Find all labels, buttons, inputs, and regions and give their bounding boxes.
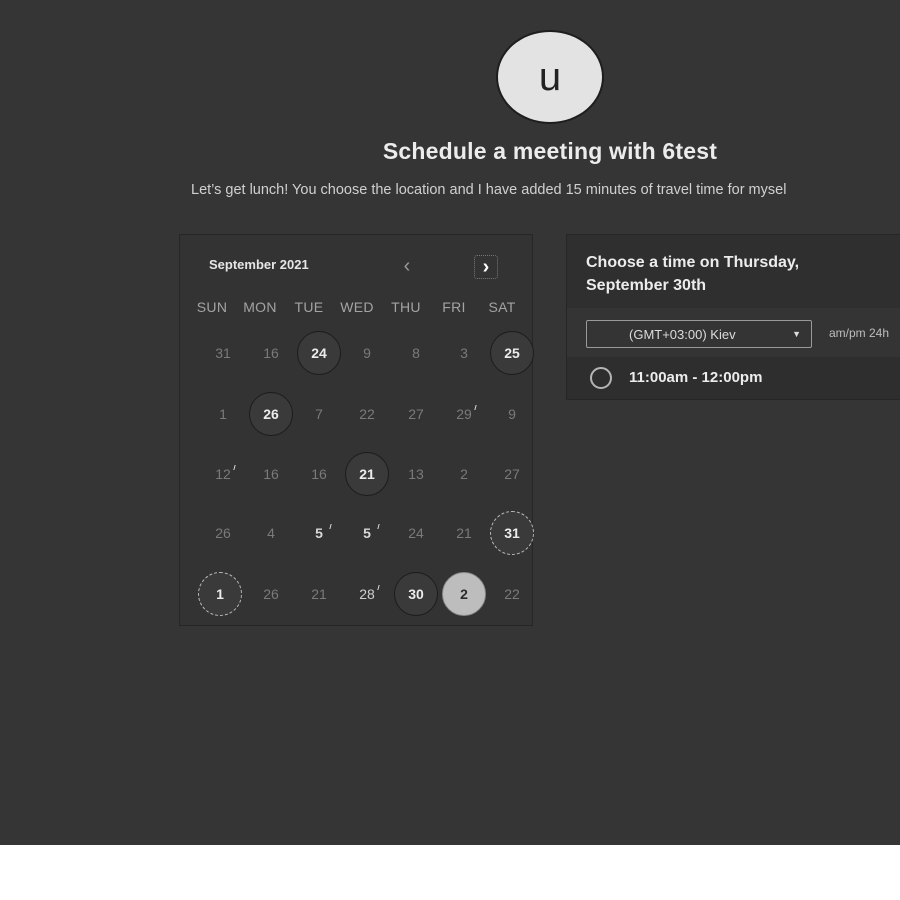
weekday-fri: FRI — [442, 299, 466, 315]
scheduling-page: u Schedule a meeting with 6test Let’s ge… — [0, 0, 900, 845]
calendar-day: 12 — [201, 452, 245, 496]
calendar-day-available[interactable]: 26 — [249, 392, 293, 436]
date-picker-calendar: September 2021 ‹ › SUN MON TUE WED THU F… — [179, 234, 534, 626]
time-panel-header: Choose a time on Thursday, September 30t… — [567, 235, 900, 308]
time-panel-heading: Choose a time on Thursday, September 30t… — [586, 251, 846, 297]
weekday-tue: TUE — [294, 299, 324, 315]
calendar-day-available[interactable]: 21 — [345, 452, 389, 496]
weekday-sat: SAT — [488, 299, 516, 315]
time-panel-heading-line2: September 30th — [586, 277, 707, 294]
calendar-day: 26 — [263, 586, 279, 602]
calendar-day: 24 — [408, 525, 424, 541]
calendar-day-available[interactable]: 31 — [490, 511, 534, 555]
calendar-day: 3 — [460, 345, 468, 361]
calendar-day-available[interactable]: 24 — [297, 331, 341, 375]
calendar-day: 4 — [267, 525, 275, 541]
chevron-left-icon[interactable]: ‹ — [398, 255, 416, 277]
time-panel-heading-line1: Choose a time on Thursday, — [586, 254, 800, 271]
time-slot-option[interactable]: 11:00am - 12:00pm — [567, 357, 900, 399]
weekday-wed: WED — [340, 299, 374, 315]
radio-icon[interactable] — [590, 367, 612, 389]
weekday-mon: MON — [243, 299, 277, 315]
calendar-day: 28 — [345, 572, 389, 616]
calendar-month-label: September 2021 — [209, 257, 309, 272]
weekday-sun: SUN — [196, 299, 228, 315]
calendar-day: 16 — [311, 466, 327, 482]
calendar-day: 7 — [315, 406, 323, 422]
calendar-day-available[interactable]: 30 — [394, 572, 438, 616]
calendar-day: 9 — [508, 406, 516, 422]
calendar-day: 2 — [460, 466, 468, 482]
calendar-day: 9 — [363, 345, 371, 361]
calendar-day-available[interactable]: 1 — [198, 572, 242, 616]
time-slot-label: 11:00am - 12:00pm — [629, 369, 763, 386]
caret-down-icon: ▼ — [792, 329, 801, 339]
timezone-select[interactable]: (GMT+03:00) Kiev ▼ — [586, 320, 812, 348]
calendar-day-selected[interactable]: 2 — [442, 572, 486, 616]
weekday-thu: THU — [391, 299, 421, 315]
calendar-day: 1 — [219, 406, 227, 422]
time-format-toggle[interactable]: am/pm 24h — [829, 326, 889, 340]
calendar-day: 27 — [504, 466, 520, 482]
calendar-day: 16 — [263, 345, 279, 361]
calendar-day: 26 — [215, 525, 231, 541]
calendar-day: 21 — [456, 525, 472, 541]
calendar-day: 22 — [359, 406, 375, 422]
calendar-day: 22 — [504, 586, 520, 602]
calendar-day: 13 — [408, 466, 424, 482]
host-avatar: u — [496, 30, 604, 124]
calendar-day: 27 — [408, 406, 424, 422]
calendar-day: 5 — [345, 511, 389, 555]
chevron-right-icon[interactable]: › — [474, 255, 498, 279]
timezone-value: (GMT+03:00) Kiev — [629, 327, 736, 342]
calendar-day: 21 — [311, 586, 327, 602]
calendar-day: 16 — [263, 466, 279, 482]
calendar-day-available[interactable]: 25 — [490, 331, 534, 375]
page-title: Schedule a meeting with 6test — [382, 138, 718, 164]
calendar-day: 29 — [442, 392, 486, 436]
avatar-letter: u — [538, 55, 562, 99]
time-slot-panel: Choose a time on Thursday, September 30t… — [566, 234, 900, 400]
calendar-day: 5 — [297, 511, 341, 555]
event-description: Let’s get lunch! You choose the location… — [191, 182, 787, 198]
calendar-day: 8 — [412, 345, 420, 361]
calendar-day: 31 — [215, 345, 231, 361]
